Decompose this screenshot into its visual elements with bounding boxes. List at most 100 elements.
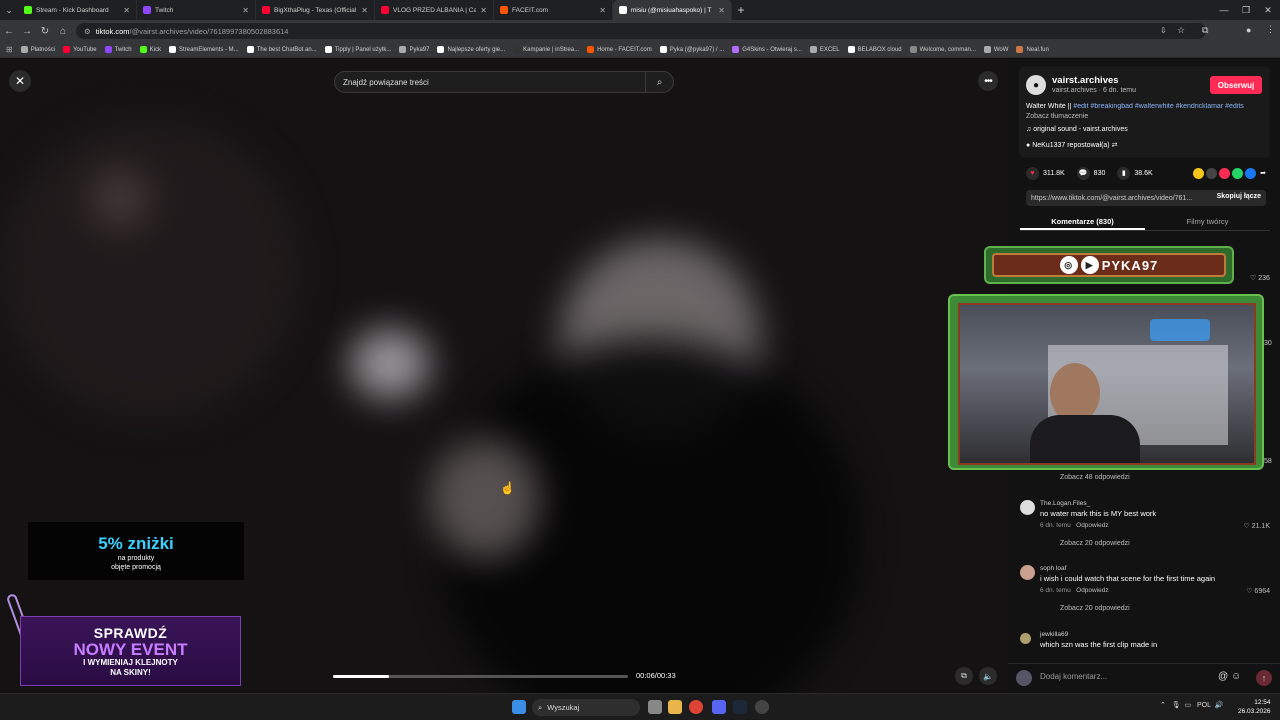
bookmark-item[interactable]: Najlepsze oferty gie... xyxy=(437,46,505,53)
video-progress-bar[interactable] xyxy=(333,675,628,678)
see-translation-link[interactable]: Zobacz tłumaczenie xyxy=(1026,113,1088,120)
mention-icon[interactable]: @ xyxy=(1218,671,1228,682)
commenter-name[interactable]: jewkilla69 xyxy=(1040,631,1068,638)
bookmark-item[interactable]: StreamElements - M... xyxy=(169,46,239,53)
address-bar[interactable]: ⚙ tiktok.com/@vairst.archives/video/7618… xyxy=(76,23,1206,39)
close-tab-icon[interactable]: ✕ xyxy=(718,6,725,15)
site-info-icon[interactable]: ⚙ xyxy=(84,27,91,36)
search-icon[interactable]: ⌕ xyxy=(645,72,673,92)
profile-icon[interactable]: ● xyxy=(1246,25,1251,35)
share-whatsapp-icon[interactable] xyxy=(1232,167,1244,179)
home-icon[interactable]: ⌂ xyxy=(54,26,72,37)
bookmark-item[interactable]: EXCEL xyxy=(809,46,840,53)
share-more-icon[interactable]: ➦ xyxy=(1260,169,1266,177)
browser-tab[interactable]: Twitch ✕ xyxy=(137,0,256,20)
share-coin-icon[interactable] xyxy=(1193,167,1205,179)
file-explorer-icon[interactable] xyxy=(668,700,682,714)
comment-button[interactable]: 💬 830 xyxy=(1076,166,1105,180)
bookmark-item[interactable]: G4Skins - Otwieraj s... xyxy=(732,46,802,53)
close-video-button[interactable]: ✕ xyxy=(9,70,31,92)
browser-tab[interactable]: BigXthaPlug - Texas (Official M ✕ xyxy=(256,0,375,20)
bookmark-item[interactable]: Twitch xyxy=(104,46,132,53)
bookmark-item[interactable]: Neal.fun xyxy=(1016,46,1049,53)
network-icon[interactable]: ▭ xyxy=(1185,702,1192,709)
browser-menu-icon[interactable]: ⋮ xyxy=(1266,24,1275,35)
hashtags[interactable]: #edit #breakingbad #walterwhite #kendric… xyxy=(1073,103,1243,110)
bookmark-star-icon[interactable]: ☆ xyxy=(1177,25,1185,36)
comment-like-button[interactable]: ♡ 21.1K xyxy=(1243,522,1270,530)
browser-tab[interactable]: VLOG PRZED ALBANIA | Cały vi✕ xyxy=(375,0,494,20)
new-tab-button[interactable]: + xyxy=(732,3,750,17)
bookmark-item[interactable]: Home - FACEIT.com xyxy=(587,46,652,53)
discord-icon[interactable] xyxy=(712,700,726,714)
emoji-icon[interactable]: ☺ xyxy=(1231,671,1241,682)
comment-like-button[interactable]: ♡ 6964 xyxy=(1246,587,1270,595)
close-tab-icon[interactable]: ✕ xyxy=(361,6,368,15)
bookmark-item[interactable]: BELABOX cloud xyxy=(847,46,902,53)
task-view-icon[interactable] xyxy=(648,700,662,714)
comment-input[interactable]: Dodaj komentarz... xyxy=(1040,672,1107,681)
close-tab-icon[interactable]: ✕ xyxy=(599,6,606,15)
close-tab-icon[interactable]: ✕ xyxy=(123,6,130,15)
browser-tab[interactable]: Stream - Kick Dashboard ✕ xyxy=(18,0,137,20)
bookmark-item[interactable]: Welcome, comman... xyxy=(909,46,976,53)
sound-link[interactable]: ♫ original sound - vairst.archives xyxy=(1026,126,1128,133)
view-replies-link[interactable]: Zobacz 20 odpowiedzi xyxy=(1060,605,1130,612)
comment-like-count[interactable]: 58 xyxy=(1264,458,1272,465)
bookmark-item[interactable]: Kick xyxy=(139,46,161,53)
bookmark-item[interactable]: Pyka (@pyka97) / ... xyxy=(659,46,724,53)
tray-chevron-icon[interactable]: ⌃ xyxy=(1160,702,1166,709)
commenter-avatar[interactable] xyxy=(1020,633,1031,644)
reload-icon[interactable]: ↻ xyxy=(36,26,54,37)
share-facebook-icon[interactable] xyxy=(1245,167,1257,179)
save-button[interactable]: ▮ 38.6K xyxy=(1117,166,1153,180)
pip-icon[interactable]: ⧉ xyxy=(955,667,973,685)
video-link-box[interactable]: https://www.tiktok.com/@vairst.archives/… xyxy=(1026,190,1266,206)
bookmark-item[interactable]: Pyka97 xyxy=(399,46,429,53)
share-embed-icon[interactable] xyxy=(1206,167,1218,179)
back-icon[interactable]: ← xyxy=(0,26,18,37)
tab-comments[interactable]: Komentarze (830) xyxy=(1020,211,1145,230)
forward-icon[interactable]: → xyxy=(18,26,36,37)
speaker-icon[interactable]: 🔊 xyxy=(1215,702,1224,709)
language-indicator[interactable]: POL xyxy=(1197,702,1211,709)
bookmark-item[interactable]: WoW xyxy=(983,46,1008,53)
close-tab-icon[interactable]: ✕ xyxy=(242,6,249,15)
bookmark-item[interactable]: Płatności xyxy=(20,46,55,53)
commenter-name[interactable]: soph loaf xyxy=(1040,565,1066,572)
maximize-icon[interactable]: ❐ xyxy=(1234,0,1258,20)
volume-icon[interactable]: 🔈 xyxy=(979,667,997,685)
minimize-icon[interactable]: — xyxy=(1212,0,1236,20)
commenter-avatar[interactable] xyxy=(1020,565,1035,580)
chrome-icon[interactable] xyxy=(689,700,703,714)
view-replies-link[interactable]: Zobacz 48 odpowiedzi xyxy=(1020,474,1270,486)
bookmark-item[interactable]: The best ChatBot an... xyxy=(246,46,317,53)
taskbar-search[interactable]: ⌕ Wyszukaj xyxy=(532,699,640,716)
view-replies-link[interactable]: Zobacz 20 odpowiedzi xyxy=(1060,540,1130,547)
author-name[interactable]: vairst.archives xyxy=(1052,75,1119,86)
install-app-icon[interactable]: ⇩ xyxy=(1160,26,1167,35)
author-avatar[interactable]: ● xyxy=(1026,75,1046,95)
clock[interactable]: 12:54 26.03.2026 xyxy=(1238,698,1271,716)
send-comment-button[interactable]: ↑ xyxy=(1256,670,1272,686)
comment-like-count[interactable]: ♡ 236 xyxy=(1250,274,1270,282)
bookmark-item[interactable]: Tipply | Panel użytk... xyxy=(324,46,391,53)
commenter-avatar[interactable] xyxy=(1020,500,1035,515)
video-player[interactable] xyxy=(0,59,1008,693)
follow-button[interactable]: Obserwuj xyxy=(1210,76,1262,94)
more-options-button[interactable]: ••• xyxy=(978,71,998,91)
tab-creator-videos[interactable]: Filmy twórcy xyxy=(1145,211,1270,230)
windows-start-icon[interactable] xyxy=(512,700,526,714)
extensions-icon[interactable]: ⧉ xyxy=(1202,25,1208,36)
mic-icon[interactable]: 🎙 xyxy=(1172,702,1181,709)
steam-icon[interactable] xyxy=(733,700,747,714)
related-search-input[interactable]: Znajdź powiązane treści ⌕ xyxy=(334,71,674,93)
comment-like-count[interactable]: 30 xyxy=(1264,340,1272,347)
bookmark-item[interactable]: YouTube xyxy=(63,46,97,53)
obs-icon[interactable] xyxy=(755,700,769,714)
copy-link-button[interactable]: Skopiuj łącze xyxy=(1217,193,1261,200)
browser-tab-active[interactable]: misiu (@misiuahaspoko) | T ✕ xyxy=(613,0,732,20)
commenter-name[interactable]: The.Logan.Files_ xyxy=(1040,500,1090,507)
apps-icon[interactable]: ⊞ xyxy=(6,45,13,54)
share-friends-icon[interactable] xyxy=(1219,167,1231,179)
